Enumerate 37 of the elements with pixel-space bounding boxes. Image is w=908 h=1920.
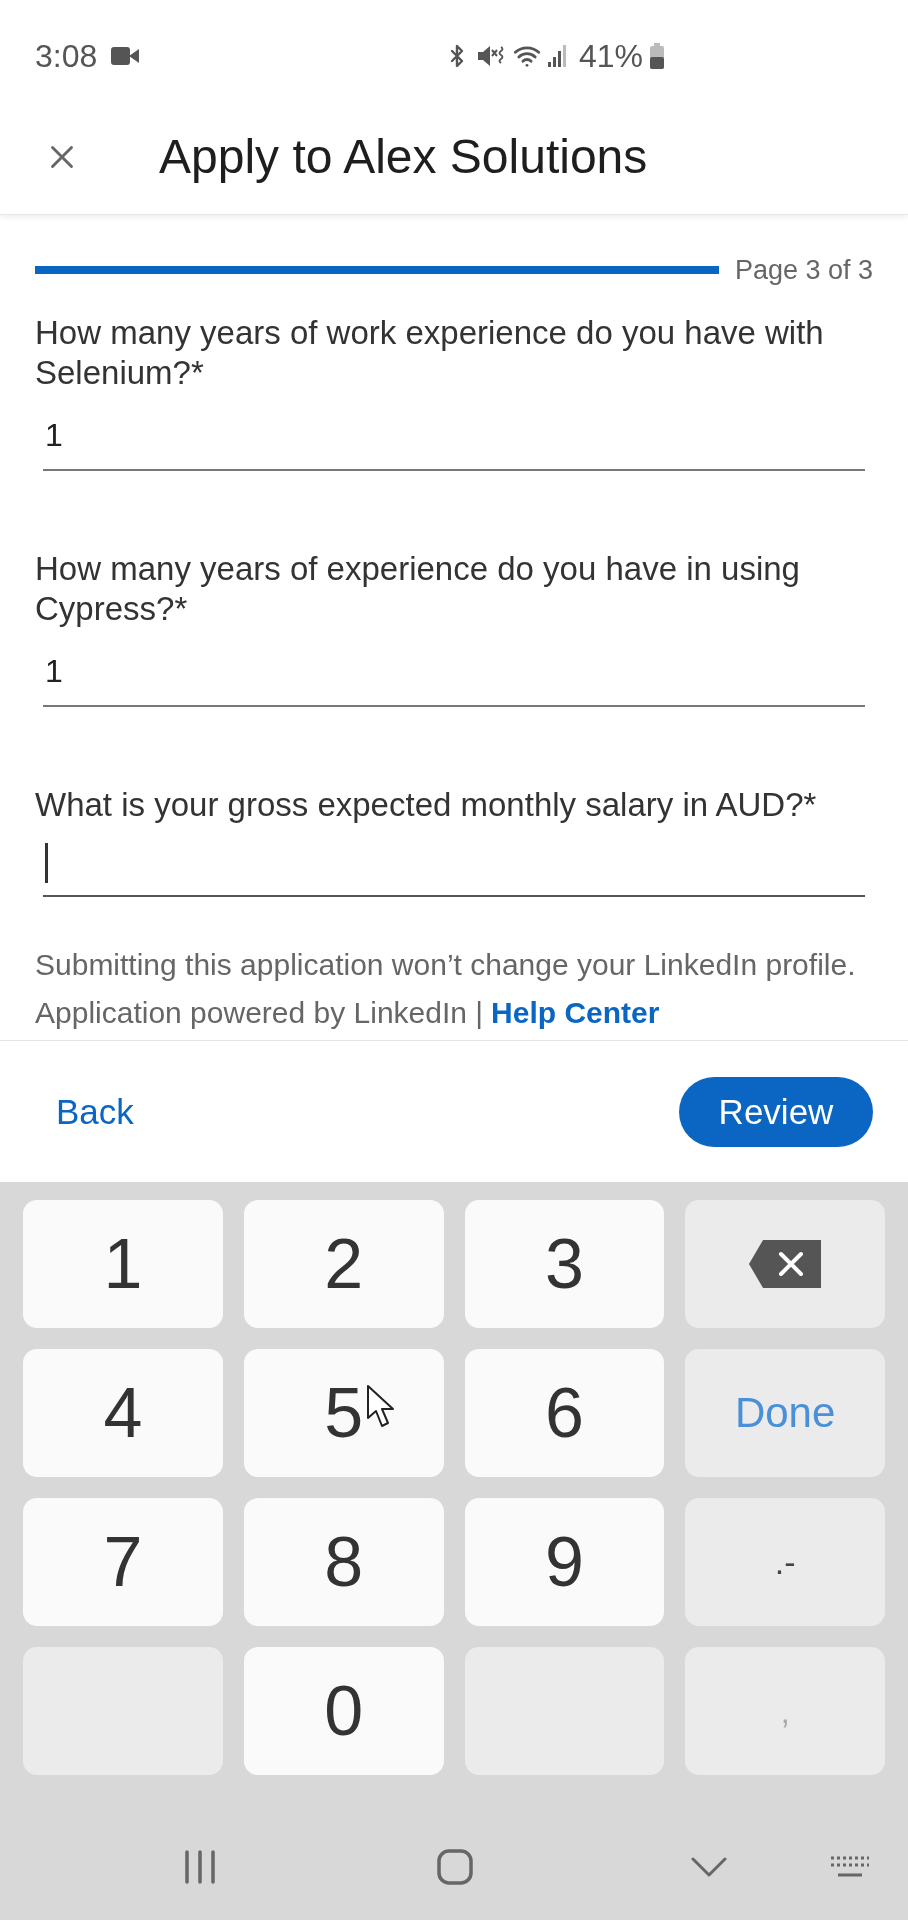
keyboard-icon[interactable] bbox=[830, 1855, 870, 1878]
question-label: What is your gross expected monthly salary in AUD?* bbox=[35, 785, 818, 825]
home-icon[interactable] bbox=[437, 1848, 473, 1885]
digit-key[interactable]: 0 bbox=[243, 1647, 444, 1775]
powered-by-text: Application powered by LinkedIn | Help Center bbox=[35, 995, 661, 1031]
text-cursor-icon bbox=[45, 843, 48, 883]
recent-apps-icon[interactable] bbox=[183, 1849, 217, 1884]
digit-key[interactable]: 2 bbox=[243, 1200, 444, 1328]
battery-icon bbox=[650, 43, 664, 69]
muted-speaker-icon bbox=[475, 44, 506, 68]
battery-percentage: 41% bbox=[578, 37, 643, 76]
back-button[interactable]: Back bbox=[56, 1094, 134, 1129]
video-camera-icon bbox=[111, 47, 140, 65]
digit-key[interactable]: 5 bbox=[243, 1349, 444, 1477]
status-time: 3:08 bbox=[35, 37, 98, 76]
mouse-pointer-icon bbox=[366, 1384, 396, 1428]
digit-key[interactable]: 3 bbox=[464, 1200, 665, 1328]
question-label: How many years of experience do you have in using Cypress?* bbox=[35, 549, 801, 629]
help-center-link[interactable]: Help Center bbox=[491, 996, 660, 1029]
digit-key[interactable]: 6 bbox=[464, 1349, 665, 1477]
digit-key[interactable]: 7 bbox=[23, 1498, 223, 1626]
backspace-icon bbox=[749, 1240, 822, 1288]
digit-key[interactable]: 8 bbox=[243, 1498, 444, 1626]
backspace-key[interactable] bbox=[685, 1200, 885, 1328]
question-label: How many years of work experience do you have with Selenium?* bbox=[35, 313, 825, 393]
review-button[interactable]: Review bbox=[679, 1076, 873, 1147]
profile-notice: Submitting this application won’t change your LinkedIn profile. bbox=[35, 947, 857, 983]
answer-field[interactable]: 1 bbox=[43, 393, 865, 471]
digit-key[interactable]: 9 bbox=[464, 1498, 665, 1626]
page-indicator: Page 3 of 3 bbox=[734, 253, 873, 287]
page-title: Apply to Alex Solutions bbox=[159, 129, 648, 185]
digit-key[interactable]: 4 bbox=[23, 1349, 223, 1477]
signal-bars-icon bbox=[547, 45, 568, 67]
answer-field[interactable]: 1 bbox=[43, 629, 865, 707]
digit-key[interactable]: 1 bbox=[23, 1200, 223, 1328]
symbol-key[interactable]: .- bbox=[685, 1498, 885, 1626]
chevron-down-icon[interactable] bbox=[691, 1856, 727, 1877]
